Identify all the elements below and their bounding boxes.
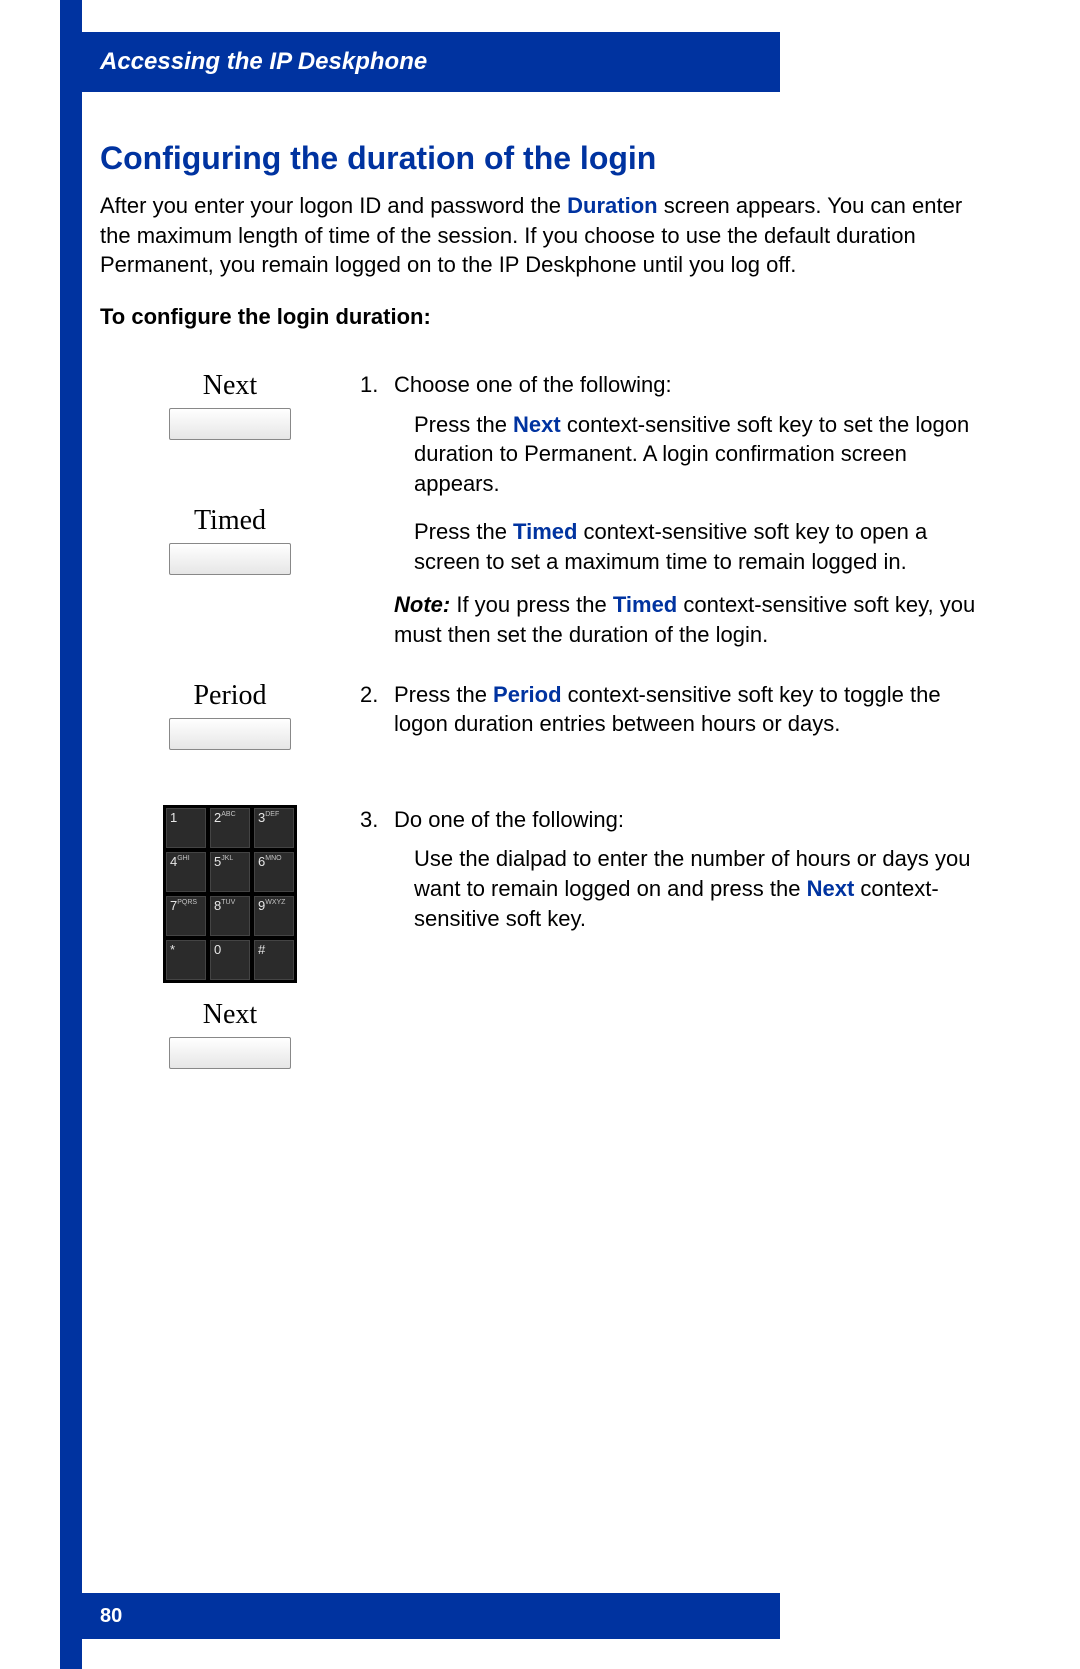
step-3-lead: Do one of the following: [394,805,985,835]
dialpad-key-6[interactable]: 6MNO [254,852,294,892]
dialpad-group: 1 2ABC 3DEF 4GHI 5JKL 6MNO 7PQRS 8TUV 9W… [100,805,360,1074]
step-1-option-a: Press the Next context-sensitive soft ke… [360,410,985,499]
step-2-number: 2. [360,680,394,739]
step-1-option-b: Press the Timed context-sensitive soft k… [360,517,985,576]
softkey-next-label: Next [100,370,360,402]
step-2-row: Period 2. Press the Period context-sensi… [100,680,985,755]
period-keyword: Period [493,682,561,707]
softkey-column-1: Next Timed [100,370,360,640]
step-1b-pre: Press the [414,519,513,544]
dialpad-icon[interactable]: 1 2ABC 3DEF 4GHI 5JKL 6MNO 7PQRS 8TUV 9W… [163,805,297,983]
dialpad-key-3[interactable]: 3DEF [254,808,294,848]
note-timed-keyword: Timed [613,592,677,617]
page-title: Configuring the duration of the login [100,140,985,177]
duration-keyword: Duration [567,193,657,218]
step3-next-keyword: Next [807,876,855,901]
softkey-timed-label: Timed [100,505,360,537]
softkey-next-group: Next [100,370,360,445]
softkey-period-button[interactable] [169,718,291,750]
content-area: Configuring the duration of the login Af… [100,120,985,1104]
note-pre: If you press the [450,592,613,617]
page-number-bar: 80 [60,1593,780,1639]
softkey-next-button[interactable] [169,408,291,440]
dialpad-key-hash[interactable]: # [254,940,294,980]
dialpad-key-5[interactable]: 5JKL [210,852,250,892]
step-1-lead: Choose one of the following: [394,370,985,400]
step-3-row: 1 2ABC 3DEF 4GHI 5JKL 6MNO 7PQRS 8TUV 9W… [100,805,985,1074]
softkey-next2-button[interactable] [169,1037,291,1069]
intro-paragraph: After you enter your logon ID and passwo… [100,191,985,280]
next-keyword: Next [513,412,561,437]
softkey-next2-label: Next [100,999,360,1031]
dialpad-key-9[interactable]: 9WXYZ [254,896,294,936]
section-header-title: Accessing the IP Deskphone [100,48,427,76]
step-1-number: 1. [360,370,394,400]
procedure-subheading: To configure the login duration: [100,304,985,330]
softkey-column-2: Period [100,680,360,755]
step-1-row: Next Timed 1. Choose one of the followin… [100,370,985,650]
softkey-period-label: Period [100,680,360,712]
step-1-text: 1. Choose one of the following: Press th… [360,370,985,650]
step-2-pre: Press the [394,682,493,707]
intro-text-pre: After you enter your logon ID and passwo… [100,193,567,218]
dialpad-key-8[interactable]: 8TUV [210,896,250,936]
step-3-option-a: Use the dialpad to enter the number of h… [360,844,985,933]
softkey-timed-button[interactable] [169,543,291,575]
dialpad-key-2[interactable]: 2ABC [210,808,250,848]
dialpad-key-1[interactable]: 1 [166,808,206,848]
steps-container: Next Timed 1. Choose one of the followin… [100,370,985,1074]
step-1a-pre: Press the [414,412,513,437]
step-3-text: 3. Do one of the following: Use the dial… [360,805,985,934]
left-margin-bar [60,0,82,1669]
step-1-note: Note: If you press the Timed context-sen… [360,590,985,649]
softkey-timed-group: Timed [100,505,360,580]
softkey-column-3: 1 2ABC 3DEF 4GHI 5JKL 6MNO 7PQRS 8TUV 9W… [100,805,360,1074]
step-3-number: 3. [360,805,394,835]
dialpad-key-7[interactable]: 7PQRS [166,896,206,936]
note-label: Note: [394,592,450,617]
timed-keyword: Timed [513,519,577,544]
dialpad-key-4[interactable]: 4GHI [166,852,206,892]
softkey-period-group: Period [100,680,360,755]
page-number: 80 [100,1605,122,1628]
document-page: Accessing the IP Deskphone Configuring t… [0,0,1080,1669]
section-header-bar: Accessing the IP Deskphone [60,32,780,92]
step-2-body: Press the Period context-sensitive soft … [394,680,985,739]
step-2-text: 2. Press the Period context-sensitive so… [360,680,985,739]
dialpad-key-0[interactable]: 0 [210,940,250,980]
dialpad-key-star[interactable]: * [166,940,206,980]
